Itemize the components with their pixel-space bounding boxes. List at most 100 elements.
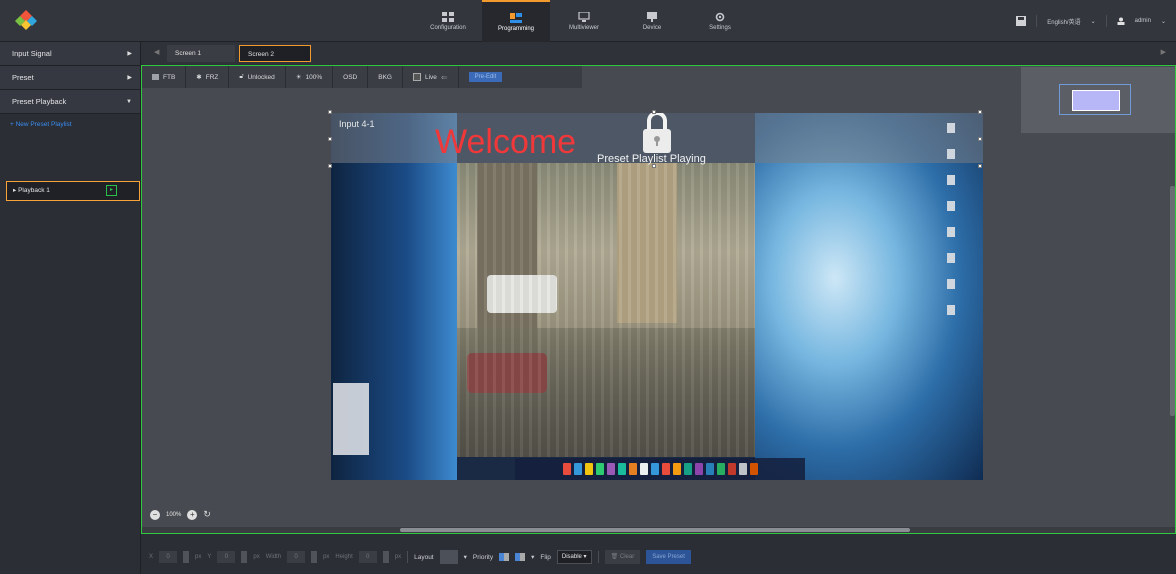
sidebar-item-preset-playback[interactable]: Preset Playback ▼ — [0, 90, 140, 114]
px-unit: px — [253, 554, 260, 560]
language-selector[interactable]: English/英语 — [1047, 17, 1080, 26]
sidebar-item-input-signal[interactable]: Input Signal ▶ — [0, 42, 140, 66]
nav-settings[interactable]: Settings — [686, 0, 754, 42]
app-logo — [15, 10, 37, 30]
height-stepper[interactable] — [382, 551, 389, 563]
app-root: Configuration Programming Multiviewer De… — [0, 0, 1176, 574]
desktop-file-icon — [947, 123, 955, 133]
clear-button[interactable]: 🗑︎ Clear — [604, 550, 641, 564]
unlock-icon: 🔓︎ — [239, 73, 244, 80]
bkg-button[interactable]: BKG — [368, 66, 403, 88]
width-stepper[interactable] — [311, 551, 318, 563]
tab-screen-1[interactable]: Screen 1 — [167, 45, 235, 62]
taskbar-app-icon — [749, 463, 758, 475]
top-right-controls: English/英语 ⌄ admin ⌄ — [1016, 0, 1166, 42]
frz-button[interactable]: ✱ FRZ — [186, 66, 230, 88]
nav-configuration[interactable]: Configuration — [414, 0, 482, 42]
taskbar-app-icon — [650, 463, 659, 475]
pre-edit-button[interactable]: Pre-Edit — [468, 72, 503, 82]
sidebar-item-label: Preset — [12, 73, 34, 82]
vertical-scrollbar[interactable] — [1170, 186, 1175, 416]
nav-multiviewer[interactable]: Multiviewer — [550, 0, 618, 42]
flip-label: Flip — [540, 553, 551, 561]
resize-handle[interactable] — [978, 110, 982, 114]
live-checkbox[interactable] — [412, 73, 421, 81]
layout-grid-icon[interactable] — [439, 550, 458, 564]
resize-handle[interactable] — [328, 137, 332, 141]
lock-toggle-button[interactable]: 🔓︎ Unlocked — [229, 66, 286, 88]
screen-editor: FTB ✱ FRZ 🔓︎ Unlocked ☀ 100% OSD BKG Live ⇐ … — [141, 65, 1176, 534]
zoom-out-icon[interactable]: − — [150, 509, 160, 520]
layer-properties-bar: X 0 px Y 0 px Width 0 px Height 0 px Lay… — [141, 540, 1176, 574]
screen-thumbnail-preview[interactable] — [1021, 67, 1175, 133]
sidebar: Input Signal ▶ Preset ▶ Preset Playback … — [0, 42, 141, 574]
device-icon — [647, 11, 657, 22]
taskbar-app-icon — [628, 463, 637, 475]
lock-icon — [643, 113, 671, 153]
y-input[interactable]: 0 — [217, 551, 236, 563]
px-unit: px — [323, 554, 330, 560]
resize-handle[interactable] — [652, 110, 656, 114]
osd-button[interactable]: OSD — [333, 66, 369, 88]
osd-label: OSD — [343, 73, 358, 81]
brightness-control[interactable]: ☀ 100% — [286, 66, 334, 88]
ftb-label: FTB — [163, 73, 176, 81]
flip-value: Disable — [561, 554, 582, 560]
desktop-file-icon — [947, 175, 955, 185]
layout-label: Layout — [414, 553, 434, 561]
divider — [1036, 15, 1038, 27]
resize-handle[interactable] — [328, 110, 332, 114]
ftb-button[interactable]: FTB — [142, 66, 187, 88]
x-input[interactable]: 0 — [159, 551, 178, 563]
width-input[interactable]: 0 — [287, 551, 306, 563]
resize-handle[interactable] — [328, 164, 332, 168]
sidebar-item-preset[interactable]: Preset ▶ — [0, 66, 140, 90]
live-toggle[interactable]: Live ⇐ — [403, 66, 459, 88]
scrollbar-thumb[interactable] — [400, 528, 910, 532]
taskbar-app-icon — [595, 463, 604, 475]
bring-forward-icon[interactable] — [499, 553, 510, 561]
tabs-scroll-left-icon[interactable]: ◀ — [154, 48, 159, 56]
width-label: Width — [265, 554, 282, 560]
y-label: Y — [207, 554, 212, 560]
playlist-item-playback-1[interactable]: ▸ Playback 1 ▸ — [6, 181, 140, 201]
screen-tabs-bar: ◀ Screen 1 Screen 2 ▶ — [141, 42, 1176, 64]
sidebar-item-label: Input Signal — [12, 49, 52, 58]
editor-toolbar: FTB ✱ FRZ 🔓︎ Unlocked ☀ 100% OSD BKG Live ⇐ … — [142, 66, 582, 88]
nav-programming[interactable]: Programming — [482, 0, 550, 42]
resize-handle[interactable] — [652, 164, 656, 168]
nav-device[interactable]: Device — [618, 0, 686, 42]
new-preset-playlist-button[interactable]: + New Preset Playlist — [0, 114, 140, 136]
taskbar-app-icon — [617, 463, 626, 475]
taskbar-app-icon — [694, 463, 703, 475]
layer-canvas[interactable]: Input 4-1 Welcome Preset Playlist Playin… — [331, 113, 983, 480]
gear-icon — [715, 12, 725, 21]
user-menu[interactable]: admin — [1135, 18, 1151, 24]
lock-label: Unlocked — [247, 73, 275, 81]
flip-select[interactable]: Disable ▾ — [556, 550, 592, 564]
px-unit: px — [394, 554, 402, 560]
resize-handle[interactable] — [978, 164, 982, 168]
thumbnail-viewport — [1059, 84, 1131, 115]
save-preset-button[interactable]: Save Preset — [646, 550, 691, 564]
tabs-scroll-right-icon[interactable]: ▶ — [1161, 48, 1166, 56]
height-input[interactable]: 0 — [358, 551, 377, 563]
reset-zoom-icon[interactable]: ↻ — [203, 509, 211, 520]
y-stepper[interactable] — [241, 551, 248, 563]
desktop-file-icon — [947, 279, 955, 289]
horizontal-scrollbar[interactable] — [142, 527, 1175, 533]
send-backward-icon[interactable] — [515, 553, 526, 561]
take-arrow-icon[interactable]: ⇐ — [441, 73, 448, 82]
taskbar-app-icon — [672, 463, 681, 475]
x-stepper[interactable] — [183, 551, 190, 563]
sidebar-item-label: Preset Playback — [12, 97, 67, 106]
chevron-right-icon: ▶ — [127, 51, 132, 57]
resize-handle[interactable] — [978, 137, 982, 141]
save-icon[interactable] — [1016, 16, 1027, 26]
chevron-down-icon: ▾ — [463, 554, 467, 561]
zoom-in-icon[interactable]: + — [187, 509, 198, 520]
chevron-right-icon: ▶ — [127, 75, 132, 81]
divider — [597, 551, 599, 563]
tab-screen-2[interactable]: Screen 2 — [239, 45, 311, 62]
nav-label: Settings — [709, 24, 731, 31]
